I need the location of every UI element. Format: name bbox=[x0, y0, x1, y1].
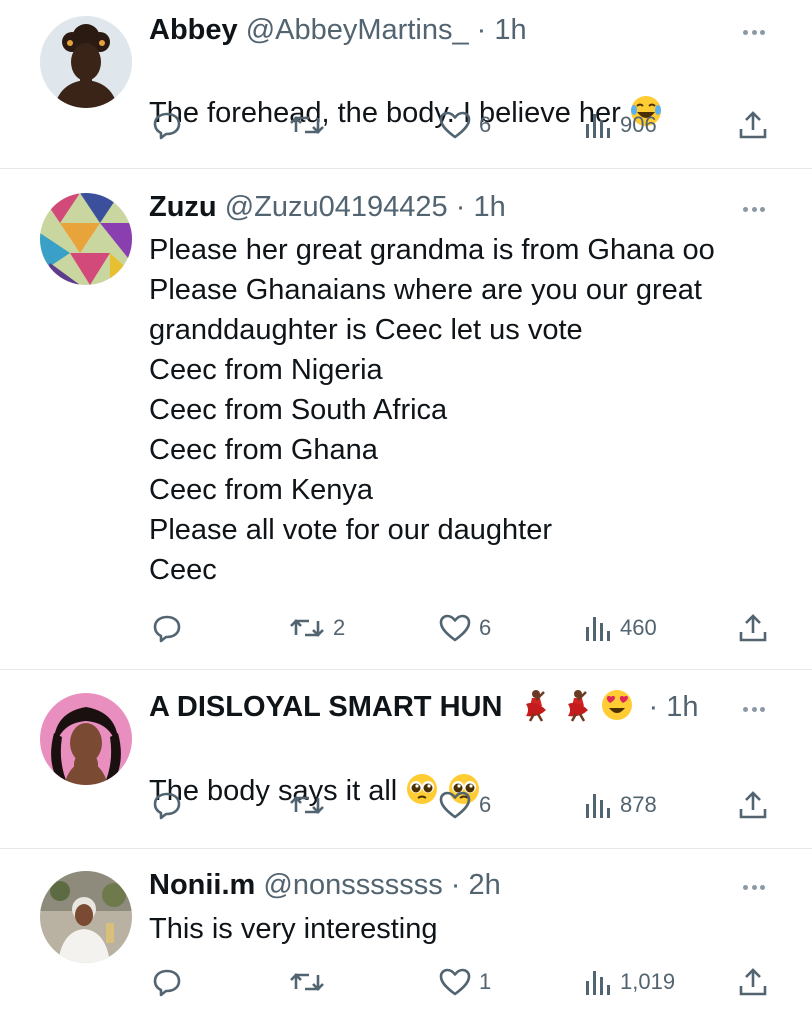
user-handle[interactable]: @AbbeyMartins_ bbox=[246, 14, 469, 46]
like-button[interactable]: 6 bbox=[439, 108, 491, 142]
share-icon bbox=[739, 791, 767, 819]
share-icon bbox=[739, 968, 767, 996]
dancer-emoji bbox=[558, 688, 592, 722]
tweet[interactable]: A DISLOYAL SMART HUN · 1h The body says … bbox=[0, 670, 812, 848]
share-button[interactable] bbox=[738, 788, 768, 822]
heart-eyes-emoji bbox=[600, 688, 634, 722]
tweet[interactable]: Zuzu @Zuzu04194425 · 1h Please her great… bbox=[0, 169, 812, 669]
reply-button[interactable] bbox=[152, 108, 182, 142]
user-handle[interactable]: @Zuzu04194425 bbox=[225, 191, 448, 223]
tweet-header: A DISLOYAL SMART HUN · 1h bbox=[149, 687, 699, 727]
tweet-text-content: The body says it all bbox=[149, 775, 398, 807]
like-count: 6 bbox=[479, 112, 492, 137]
retweet-icon bbox=[290, 973, 324, 991]
timestamp[interactable]: 1h bbox=[494, 14, 526, 46]
like-button[interactable]: 6 bbox=[439, 611, 491, 645]
views-count: 906 bbox=[620, 112, 657, 137]
avatar[interactable] bbox=[40, 693, 132, 785]
retweet-button[interactable] bbox=[289, 965, 333, 999]
separator-dot: · bbox=[450, 869, 461, 901]
like-count: 6 bbox=[479, 792, 492, 817]
avatar[interactable] bbox=[40, 871, 132, 963]
reply-button[interactable] bbox=[152, 611, 182, 645]
retweet-button[interactable] bbox=[289, 788, 333, 822]
retweet-icon bbox=[290, 116, 324, 134]
reply-icon bbox=[153, 792, 181, 820]
like-count: 6 bbox=[479, 615, 492, 640]
like-button[interactable]: 1 bbox=[439, 965, 491, 999]
retweet-button[interactable] bbox=[289, 108, 333, 142]
share-button[interactable] bbox=[738, 611, 768, 645]
separator-dot: · bbox=[455, 191, 466, 223]
views-button[interactable]: 906 bbox=[584, 108, 657, 142]
tweet-header: Nonii.m @nonsssssss · 2h bbox=[149, 865, 501, 905]
tweet-header: Abbey @AbbeyMartins_ · 1h bbox=[149, 10, 527, 50]
tweet[interactable]: Abbey @AbbeyMartins_ · 1h The forehead, … bbox=[0, 0, 812, 168]
reply-icon bbox=[153, 112, 181, 140]
views-count: 460 bbox=[620, 615, 657, 640]
like-icon bbox=[439, 111, 471, 139]
timestamp[interactable]: 1h bbox=[473, 191, 505, 223]
views-button[interactable]: 1,019 bbox=[584, 965, 675, 999]
like-icon bbox=[439, 791, 471, 819]
pleading-face-emoji bbox=[405, 772, 439, 806]
reply-icon bbox=[153, 615, 181, 643]
more-icon[interactable] bbox=[736, 877, 772, 897]
share-button[interactable] bbox=[738, 108, 768, 142]
like-icon bbox=[439, 614, 471, 642]
more-icon[interactable] bbox=[736, 22, 772, 42]
avatar[interactable] bbox=[40, 16, 132, 108]
like-icon bbox=[439, 968, 471, 996]
views-button[interactable]: 878 bbox=[584, 788, 657, 822]
user-handle[interactable]: @nonsssssss bbox=[263, 869, 442, 901]
tweet-text: This is very interesting bbox=[149, 913, 438, 945]
timestamp[interactable]: 2h bbox=[469, 869, 501, 901]
like-button[interactable]: 6 bbox=[439, 788, 491, 822]
views-count: 878 bbox=[620, 792, 657, 817]
retweet-count: 2 bbox=[333, 615, 346, 640]
display-name[interactable]: Zuzu bbox=[149, 191, 217, 223]
display-name[interactable]: Nonii.m bbox=[149, 869, 255, 901]
views-icon bbox=[586, 114, 610, 138]
tweet-text: Please her great grandma is from Ghana o… bbox=[149, 234, 715, 586]
like-count: 1 bbox=[479, 969, 492, 994]
share-icon bbox=[739, 111, 767, 139]
reply-button[interactable] bbox=[152, 965, 182, 999]
dancer-emoji bbox=[516, 688, 550, 722]
views-button[interactable]: 460 bbox=[584, 611, 657, 645]
share-icon bbox=[739, 614, 767, 642]
retweet-icon bbox=[290, 796, 324, 814]
separator-dot: · bbox=[476, 14, 487, 46]
views-count: 1,019 bbox=[620, 969, 676, 994]
more-icon[interactable] bbox=[736, 699, 772, 719]
retweet-button[interactable]: 2 bbox=[289, 611, 345, 645]
views-icon bbox=[586, 971, 610, 995]
tweet-header: Zuzu @Zuzu04194425 · 1h bbox=[149, 187, 506, 227]
reply-icon bbox=[153, 969, 181, 997]
more-icon[interactable] bbox=[736, 199, 772, 219]
tweet[interactable]: Nonii.m @nonsssssss · 2h This is very in… bbox=[0, 849, 812, 1024]
views-icon bbox=[586, 794, 610, 818]
views-icon bbox=[586, 617, 610, 641]
tweet-text-content: The forehead, the body. I believe her bbox=[149, 97, 621, 129]
display-name[interactable]: A DISLOYAL SMART HUN bbox=[149, 691, 502, 723]
share-button[interactable] bbox=[738, 965, 768, 999]
retweet-icon bbox=[290, 619, 324, 637]
display-name[interactable]: Abbey bbox=[149, 14, 238, 46]
timestamp[interactable]: 1h bbox=[666, 691, 698, 723]
reply-button[interactable] bbox=[152, 788, 182, 822]
avatar[interactable] bbox=[40, 193, 132, 285]
separator-dot: · bbox=[648, 691, 659, 723]
